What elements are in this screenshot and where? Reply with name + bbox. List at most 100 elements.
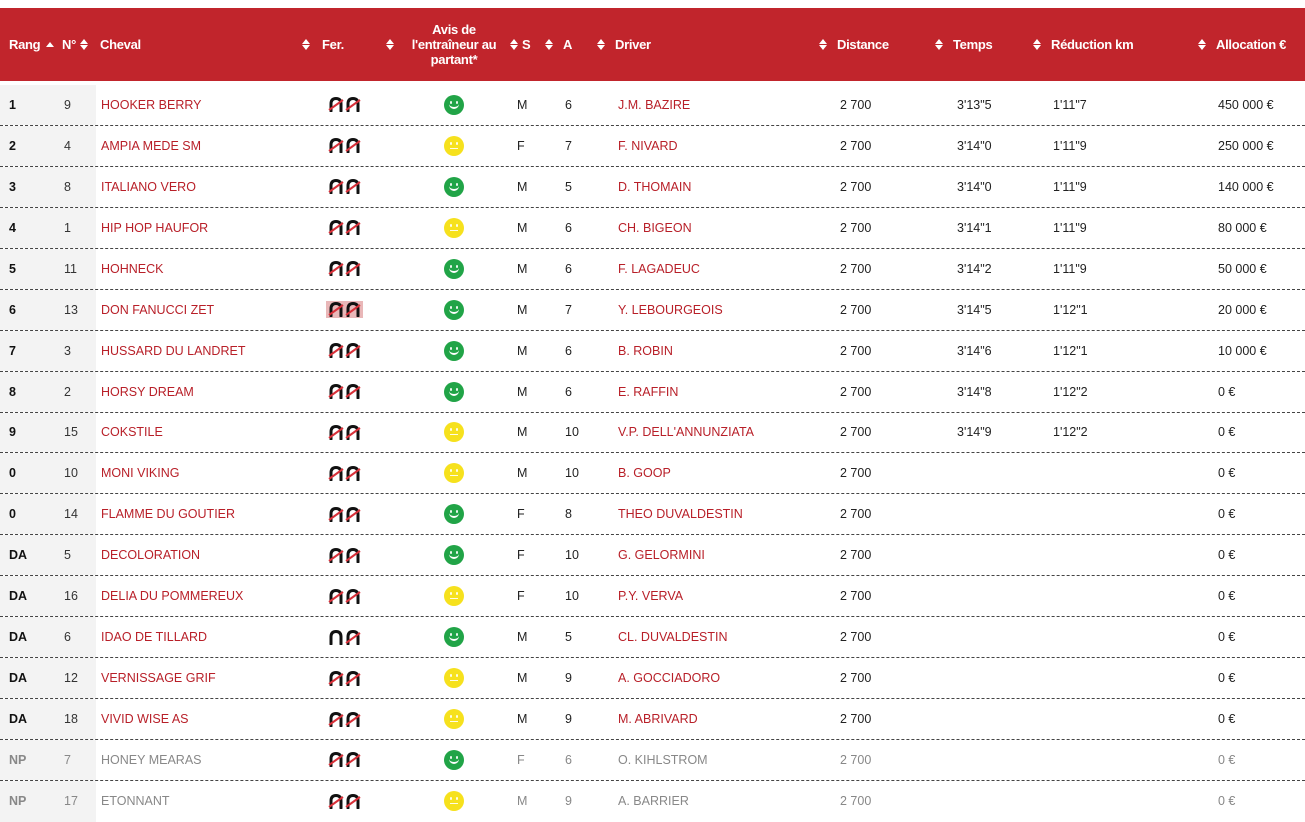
driver-link[interactable]: CL. DUVALDESTIN: [618, 617, 728, 657]
header-s[interactable]: S: [509, 8, 531, 81]
driver-link[interactable]: A. GOCCIADORO: [618, 658, 720, 698]
horseshoe-icon: [326, 96, 363, 113]
horse-link[interactable]: AMPIA MEDE SM: [101, 126, 201, 166]
driver-link[interactable]: A. BARRIER: [618, 781, 689, 822]
driver-link[interactable]: G. GELORMINI: [618, 535, 705, 575]
number-cell: 8: [54, 166, 96, 207]
header-temps[interactable]: Temps: [934, 8, 993, 81]
header-rang-label: Rang: [9, 37, 41, 52]
age-cell: 6: [565, 752, 572, 767]
horse-link[interactable]: DELIA DU POMMEREUX: [101, 576, 243, 616]
header-a[interactable]: A: [544, 8, 572, 81]
header-fer[interactable]: Fer.: [301, 8, 344, 81]
distance-cell: 2 700: [840, 712, 872, 727]
shoeing-cell: [326, 249, 362, 289]
horse-link[interactable]: VIVID WISE AS: [101, 699, 189, 739]
horse-link[interactable]: HORSY DREAM: [101, 372, 194, 412]
driver-link[interactable]: P.Y. VERVA: [618, 576, 683, 616]
header-reduction[interactable]: Réduction km: [1032, 8, 1134, 81]
reduction-cell: 1'12"1: [1053, 302, 1088, 317]
horse-link[interactable]: HOOKER BERRY: [101, 85, 202, 125]
horse-link[interactable]: DON FANUCCI ZET: [101, 290, 214, 330]
driver-link[interactable]: D. THOMAIN: [618, 167, 691, 207]
rank-cell: 5: [0, 248, 54, 289]
shoeing-cell: [326, 617, 362, 657]
time-cell: 3'14"0: [957, 179, 992, 194]
rank-cell: 4: [0, 207, 54, 248]
number-cell: 2: [54, 371, 96, 412]
header-distance[interactable]: Distance: [818, 8, 889, 81]
driver-link[interactable]: Y. LEBOURGEOIS: [618, 290, 723, 330]
table-row: DA 6 IDAO DE TILLARD M 5 CL. DUVALDESTIN 2 700…: [0, 617, 1305, 659]
header-s-label: S: [522, 37, 531, 52]
driver-link[interactable]: O. KIHLSTROM: [618, 740, 708, 780]
header-avis-sort[interactable]: [385, 8, 398, 81]
horse-link[interactable]: FLAMME DU GOUTIER: [101, 494, 235, 534]
rank-cell: DA: [0, 658, 54, 699]
horse-link[interactable]: ETONNANT: [101, 781, 170, 822]
neutral-smiley-icon: [444, 422, 464, 443]
header-num-label: N°: [62, 37, 76, 52]
age-cell: 10: [565, 548, 579, 563]
sort-icon: [79, 39, 88, 50]
happy-smiley-icon: [444, 176, 464, 197]
allocation-cell: 0 €: [1218, 466, 1236, 481]
horse-link[interactable]: VERNISSAGE GRIF: [101, 658, 216, 698]
sort-icon: [1197, 39, 1206, 50]
trainer-opinion-cell: [430, 535, 478, 575]
trainer-opinion-cell: [430, 208, 478, 248]
driver-link[interactable]: THEO DUVALDESTIN: [618, 494, 743, 534]
number-cell: 1: [54, 207, 96, 248]
allocation-cell: 450 000 €: [1218, 97, 1274, 112]
driver-link[interactable]: E. RAFFIN: [618, 372, 678, 412]
driver-link[interactable]: F. LAGADEUC: [618, 249, 700, 289]
sex-cell: M: [517, 384, 528, 399]
header-driver[interactable]: Driver: [596, 8, 651, 81]
horseshoe-icon: [326, 506, 363, 523]
horseshoe-icon: [326, 751, 363, 768]
distance-cell: 2 700: [840, 261, 872, 276]
shoeing-cell: [326, 699, 362, 739]
horse-link[interactable]: COKSTILE: [101, 413, 163, 453]
allocation-cell: 0 €: [1218, 589, 1236, 604]
age-cell: 9: [565, 794, 572, 809]
horse-link[interactable]: DECOLORATION: [101, 535, 200, 575]
horse-link[interactable]: MONI VIKING: [101, 453, 179, 493]
driver-link[interactable]: B. GOOP: [618, 453, 671, 493]
driver-link[interactable]: B. ROBIN: [618, 331, 673, 371]
horse-link[interactable]: HIP HOP HAUFOR: [101, 208, 208, 248]
happy-smiley-icon: [444, 627, 464, 648]
driver-link[interactable]: J.M. BAZIRE: [618, 85, 690, 125]
horse-link[interactable]: HUSSARD DU LANDRET: [101, 331, 245, 371]
horse-link[interactable]: ITALIANO VERO: [101, 167, 196, 207]
header-cheval-label: Cheval: [100, 37, 141, 52]
shoeing-cell: [326, 576, 362, 616]
table-row: NP 17 ETONNANT M 9 A. BARRIER 2 700 0 €: [0, 780, 1305, 822]
horseshoe-icon: [326, 342, 363, 359]
driver-link[interactable]: CH. BIGEON: [618, 208, 692, 248]
number-cell: 5: [54, 535, 96, 576]
neutral-smiley-icon: [444, 668, 464, 689]
shoeing-cell: [325, 290, 363, 330]
age-cell: 10: [565, 466, 579, 481]
table-row: 2 4 AMPIA MEDE SM F 7 F. NIVARD 2 700 3'14"0 1'1…: [0, 125, 1305, 167]
horse-link[interactable]: HOHNECK: [101, 249, 164, 289]
header-allocation[interactable]: Allocation €: [1197, 8, 1286, 81]
horse-link[interactable]: HONEY MEARAS: [101, 740, 202, 780]
neutral-smiley-icon: [444, 586, 464, 607]
driver-link[interactable]: F. NIVARD: [618, 126, 678, 166]
trainer-opinion-cell: [430, 249, 478, 289]
driver-link[interactable]: V.P. DELL'ANNUNZIATA: [618, 413, 754, 453]
time-cell: 3'14"5: [957, 302, 992, 317]
header-num[interactable]: N°: [62, 8, 92, 81]
header-cheval[interactable]: Cheval: [100, 8, 141, 81]
neutral-smiley-icon: [444, 217, 464, 238]
time-cell: 3'13"5: [957, 97, 992, 112]
driver-link[interactable]: M. ABRIVARD: [618, 699, 698, 739]
horseshoe-icon: [326, 219, 363, 236]
header-avis[interactable]: Avis de l'entraîneur au partant*: [399, 8, 509, 81]
rank-cell: 1: [0, 85, 54, 125]
header-rang[interactable]: Rang: [9, 8, 54, 81]
horse-link[interactable]: IDAO DE TILLARD: [101, 617, 207, 657]
allocation-cell: 80 000 €: [1218, 220, 1267, 235]
